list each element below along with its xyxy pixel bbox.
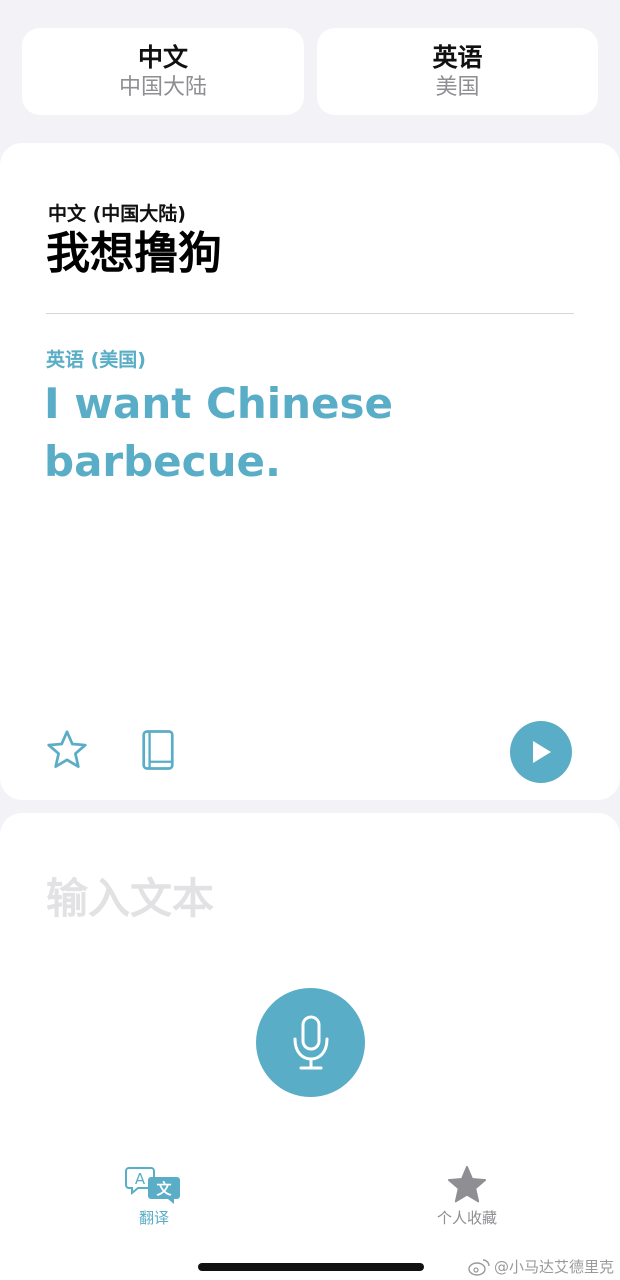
watermark: @小马达艾德里克 [468, 1256, 614, 1277]
translate-icon: A 文 [125, 1167, 180, 1204]
input-panel: 输入文本 A 文 翻译 个人收藏 @小马达艾德里克 [0, 813, 620, 1280]
svg-text:文: 文 [156, 1180, 172, 1198]
translation-card: 中文 (中国大陆) 我想撸狗 英语 (美国) I want Chinese ba… [0, 143, 620, 800]
target-language-name: 英语 [432, 42, 483, 72]
play-button[interactable] [510, 721, 572, 783]
target-text[interactable]: I want Chinese barbecue. [44, 375, 424, 491]
target-label: 英语 (美国) [46, 349, 146, 371]
star-outline-icon [47, 730, 87, 768]
weibo-logo-icon [468, 1258, 490, 1276]
svg-text:A: A [135, 1170, 146, 1188]
source-language-name: 中文 [137, 42, 188, 72]
tab-favorites[interactable]: 个人收藏 [420, 1165, 514, 1228]
microphone-icon [293, 1015, 328, 1069]
text-input[interactable]: 输入文本 [46, 871, 214, 927]
tab-favorites-label: 个人收藏 [436, 1209, 497, 1227]
target-language-button[interactable]: 英语 美国 [317, 28, 598, 115]
source-language-button[interactable]: 中文 中国大陆 [22, 28, 304, 115]
play-icon [533, 741, 551, 763]
watermark-text: @小马达艾德里克 [493, 1258, 614, 1276]
source-language-region: 中国大陆 [118, 74, 207, 100]
star-filled-icon [447, 1165, 487, 1203]
favorite-button[interactable] [44, 727, 90, 773]
home-indicator [198, 1263, 424, 1271]
tab-translate-label: 翻译 [138, 1209, 169, 1227]
source-label: 中文 (中国大陆) [48, 203, 186, 225]
divider [46, 313, 574, 314]
translate-app: 中文 中国大陆 英语 美国 中文 (中国大陆) 我想撸狗 英语 (美国) I w… [0, 0, 620, 1280]
source-text[interactable]: 我想撸狗 [46, 225, 222, 283]
tab-translate[interactable]: A 文 翻译 [118, 1165, 190, 1228]
dictionary-button[interactable] [136, 727, 180, 773]
book-icon [142, 730, 174, 770]
target-language-region: 美国 [435, 74, 480, 100]
microphone-button[interactable] [256, 988, 365, 1097]
